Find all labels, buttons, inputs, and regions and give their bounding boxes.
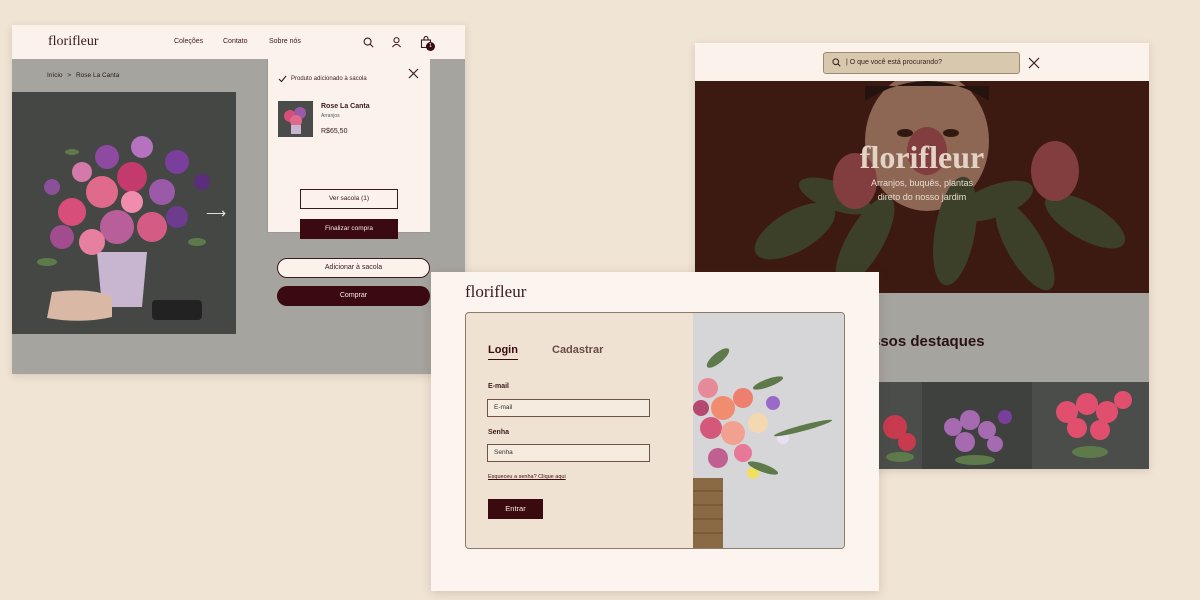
login-submit-button[interactable]: Entrar (488, 499, 543, 519)
section-title: ssos destaques (872, 333, 985, 350)
search-icon[interactable] (363, 37, 374, 48)
breadcrumb-home[interactable]: Início (47, 72, 63, 79)
search-input[interactable]: | O que você está procurando? (823, 52, 1020, 74)
nav-contato[interactable]: Contato (223, 38, 248, 45)
added-to-bag-popup: Produto adicionado à sacola Rose La Cant… (267, 59, 430, 239)
checkout-button[interactable]: Finalizar compra (300, 219, 398, 239)
forgot-password-link[interactable]: Esqueceu a senha? Clique aqui (488, 474, 566, 480)
tab-login[interactable]: Login (488, 344, 518, 360)
email-field[interactable]: E-mail (487, 399, 650, 417)
buy-button[interactable]: Comprar (277, 286, 430, 306)
popup-message: Produto adicionado à sacola (291, 76, 367, 82)
search-bar-area: | O que você está procurando? (695, 43, 1149, 81)
check-icon (278, 75, 287, 83)
logo[interactable]: florifleur (48, 34, 99, 50)
arrow-right-icon[interactable]: ⟶ (206, 205, 226, 222)
top-nav: florifleur Coleções Contato Sobre nós 1 (12, 25, 465, 59)
password-field[interactable]: Senha (487, 444, 650, 462)
email-label: E-mail (488, 383, 510, 390)
popup-thumbnail (278, 101, 313, 137)
product-photo (12, 92, 236, 334)
view-bag-button[interactable]: Ver sacola (1) (300, 189, 398, 209)
tab-register[interactable]: Cadastrar (552, 344, 603, 356)
hero-banner: florifleur Arranjos, buquês, plantas dir… (695, 81, 1149, 293)
logo[interactable]: florifleur (465, 282, 526, 302)
breadcrumb-current: Rose La Canta (75, 72, 120, 79)
popup-price: R$65,50 (321, 128, 348, 135)
add-to-bag-button[interactable]: Adicionar à sacola (277, 258, 430, 278)
cart-count-badge: 1 (426, 42, 435, 51)
hero-title: florifleur (859, 139, 985, 175)
breadcrumb: Início > Rose La Canta (47, 72, 119, 79)
login-flower-photo (693, 313, 844, 548)
user-icon[interactable] (391, 36, 402, 48)
login-screen: florifleur Login Cadastrar E-mail E-mail… (431, 272, 879, 591)
product-page-screen: florifleur Coleções Contato Sobre nós 1 … (12, 25, 465, 374)
close-icon[interactable] (408, 68, 419, 79)
search-icon (832, 58, 841, 67)
close-icon[interactable] (1028, 57, 1040, 69)
login-card: Login Cadastrar E-mail E-mail Senha Senh… (465, 312, 845, 549)
password-label: Senha (488, 429, 510, 436)
hero-subtitle-line-1: Arranjos, buquês, plantas (870, 178, 974, 188)
hero-subtitle-line-2: direto do nosso jardim (877, 192, 967, 202)
popup-product-category: Arranjos (321, 113, 340, 119)
nav-sobre[interactable]: Sobre nós (269, 38, 301, 45)
popup-product-name: Rose La Canta (321, 103, 370, 110)
search-placeholder: | O que você está procurando? (846, 59, 942, 66)
breadcrumb-separator: > (67, 72, 72, 79)
nav-colecoes[interactable]: Coleções (174, 38, 203, 45)
